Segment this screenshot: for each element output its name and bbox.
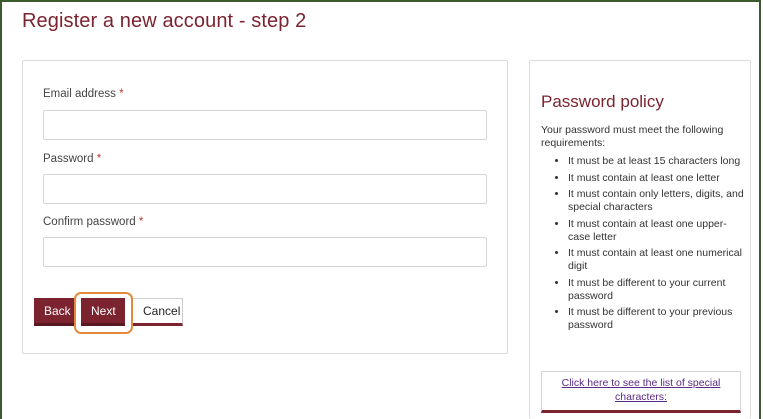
policy-rule: It must be different to your current pas… bbox=[568, 277, 746, 303]
policy-title: Password policy bbox=[541, 92, 664, 111]
confirm-password-label: Confirm password * bbox=[43, 216, 143, 228]
email-required-marker: * bbox=[119, 88, 124, 100]
special-characters-link[interactable]: Click here to see the list of special ch… bbox=[554, 376, 729, 404]
policy-rule: It must be different to your previous pa… bbox=[568, 306, 746, 332]
confirm-password-required-marker: * bbox=[138, 216, 144, 228]
password-policy-panel: Password policy Your password must meet … bbox=[529, 60, 751, 419]
confirm-password-input[interactable] bbox=[43, 237, 487, 267]
email-label: Email address * bbox=[43, 88, 124, 100]
next-button[interactable]: Next bbox=[81, 298, 125, 326]
policy-rule: It must contain at least one letter bbox=[568, 172, 746, 185]
password-input[interactable] bbox=[43, 174, 487, 204]
policy-rule: It must be at least 15 characters long bbox=[568, 155, 746, 168]
special-characters-box: Click here to see the list of special ch… bbox=[541, 371, 741, 413]
page-title: Register a new account - step 2 bbox=[22, 10, 307, 32]
policy-rule: It must contain at least one numerical d… bbox=[568, 247, 746, 273]
email-input[interactable] bbox=[43, 110, 487, 140]
policy-intro: Your password must meet the following re… bbox=[541, 124, 724, 149]
email-label-text: Email address bbox=[43, 88, 116, 100]
back-button[interactable]: Back bbox=[34, 298, 74, 326]
password-label-text: Password bbox=[43, 153, 94, 165]
cancel-button[interactable]: Cancel bbox=[132, 298, 183, 326]
confirm-password-label-text: Confirm password bbox=[43, 216, 136, 228]
registration-form: Email address * Password * Confirm passw… bbox=[22, 60, 508, 354]
password-required-marker: * bbox=[96, 153, 102, 165]
password-label: Password * bbox=[43, 153, 101, 165]
policy-rules-list: It must be at least 15 characters long I… bbox=[541, 155, 746, 336]
policy-rule: It must contain at least one upper-case … bbox=[568, 218, 746, 244]
policy-rule: It must contain only letters, digits, an… bbox=[568, 188, 746, 214]
